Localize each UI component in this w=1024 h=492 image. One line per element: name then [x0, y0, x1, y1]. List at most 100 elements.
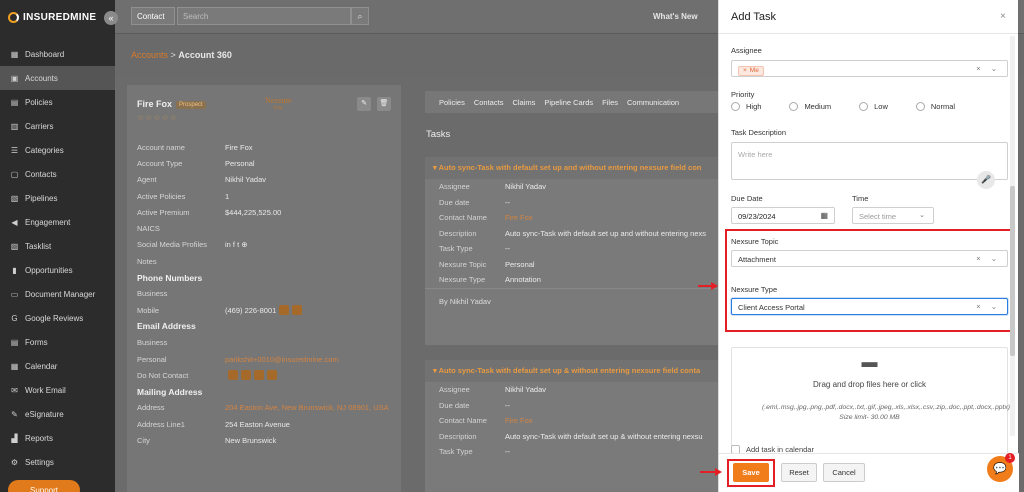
sidebar-item-label: Categories [25, 145, 64, 155]
call-icon[interactable] [279, 305, 290, 316]
clear-chevron-icon[interactable]: × ⌄ [976, 302, 1001, 311]
tab-pipeline-cards[interactable]: Pipeline Cards [544, 98, 593, 107]
sidebar-item-carriers[interactable]: ▥ Carriers [0, 114, 115, 138]
assignee-select[interactable]: × Me × ⌄ [731, 60, 1008, 77]
detail-value[interactable]: parikshit+0010@insuredmine.com [225, 355, 339, 364]
due-date-input[interactable]: 09/23/2024 ▦ [731, 207, 835, 224]
radio-icon[interactable] [789, 102, 799, 111]
sidebar-item-label: Opportunities [25, 265, 73, 275]
priority-normal[interactable]: Normal [915, 102, 955, 111]
priority-medium[interactable]: Medium [789, 102, 831, 111]
delete-icon[interactable]: 🗑 [377, 97, 391, 111]
sidebar-item-label: Calendar [25, 361, 58, 371]
section-heading: Phone Numbers [137, 269, 391, 285]
chip-remove-icon[interactable]: × [743, 67, 747, 74]
calendar-icon: ▦ [10, 361, 19, 371]
radio-icon[interactable] [731, 102, 740, 111]
tab-communication[interactable]: Communication [627, 98, 679, 107]
sidebar-item-document-manager[interactable]: ▭ Document Manager [0, 282, 115, 306]
sidebar-item-esignature[interactable]: ✎ eSignature [0, 402, 115, 426]
rating-stars[interactable]: ☆☆☆☆☆ [137, 113, 391, 122]
chat-launcher-icon[interactable]: 💬 1 [987, 453, 1015, 482]
sidebar-item-forms[interactable]: ▤ Forms [0, 330, 115, 354]
nexsure-topic-select[interactable]: Attachment × ⌄ [731, 250, 1008, 267]
account-details: Account name Fire Fox Account Type Personal… [137, 139, 391, 449]
task-card[interactable]: ▾ Auto sync-Task with default set up and… [425, 157, 718, 345]
description-textarea[interactable]: Write here [731, 142, 1008, 180]
task-field-label: Due date [439, 197, 470, 207]
sidebar-item-dashboard[interactable]: ▦ Dashboard [0, 42, 115, 66]
breadcrumb-accounts[interactable]: Accounts [131, 50, 168, 60]
sidebar-item-engagement[interactable]: ◀ Engagement [0, 210, 115, 234]
clear-chevron-icon[interactable]: × ⌄ [976, 64, 1001, 73]
search-icon[interactable]: ⌕ [351, 7, 369, 25]
clear-chevron-icon[interactable]: × ⌄ [976, 254, 1001, 263]
description-label: Task Description [731, 128, 787, 137]
pipelines-icon: ▧ [10, 193, 19, 203]
close-icon[interactable]: × [1000, 11, 1006, 22]
no-mail-icon[interactable] [267, 370, 277, 381]
reset-button[interactable]: Reset [781, 463, 817, 482]
time-select[interactable]: Select time ⌄ [852, 207, 934, 224]
cancel-button[interactable]: Cancel [823, 463, 865, 482]
support-button[interactable]: Support [8, 480, 80, 492]
task-field-value: Nikhil Yadav [505, 182, 546, 192]
task-card[interactable]: ▾ Auto sync-Task with default set up & w… [425, 360, 718, 492]
microphone-icon[interactable]: 🎤 [977, 171, 995, 189]
detail-label: NAICS [137, 224, 160, 234]
sidebar-item-categories[interactable]: ☰ Categories [0, 138, 115, 162]
tab-contacts[interactable]: Contacts [474, 98, 504, 107]
no-email-icon[interactable] [228, 370, 238, 381]
sidebar-nav: ▦ Dashboard ▣ Accounts ▤ Policies ▥ Carriers ☰ Ca… [0, 42, 115, 474]
sidebar-item-tasklist[interactable]: ▨ Tasklist [0, 234, 115, 258]
detail-value: 254 Easton Avenue [225, 419, 290, 429]
scrollbar-thumb[interactable] [1010, 186, 1015, 356]
no-sms-icon[interactable] [241, 370, 251, 381]
task-title[interactable]: ▾ Auto sync-Task with default set up & w… [425, 360, 718, 382]
task-field-value[interactable]: Fire Fox [505, 416, 533, 425]
search-scope-select[interactable]: Contact [131, 7, 175, 25]
search-input[interactable]: Search [177, 7, 351, 25]
tab-policies[interactable]: Policies [439, 98, 465, 107]
sms-icon[interactable] [292, 305, 303, 316]
sidebar-item-label: Document Manager [25, 289, 96, 299]
sidebar-item-calendar[interactable]: ▦ Calendar [0, 354, 115, 378]
detail-row: Business [137, 335, 391, 351]
sidebar-item-pipelines[interactable]: ▧ Pipelines [0, 186, 115, 210]
priority-label-text: Medium [804, 102, 832, 111]
calendar-icon[interactable]: ▦ [820, 211, 828, 220]
task-title[interactable]: ▾ Auto sync-Task with default set up and… [425, 157, 718, 179]
assignee-chip[interactable]: × Me [738, 65, 764, 76]
sidebar-item-google-reviews[interactable]: G Google Reviews [0, 306, 115, 330]
nexsure-type-select[interactable]: Client Access Portal × ⌄ [731, 298, 1008, 315]
collapse-sidebar-icon[interactable]: « [104, 11, 118, 25]
sidebar-item-settings[interactable]: ⚙ Settings [0, 450, 115, 474]
radio-icon[interactable] [915, 102, 925, 111]
priority-high[interactable]: High [731, 102, 761, 111]
tab-claims[interactable]: Claims [512, 98, 535, 107]
sidebar-item-opportunities[interactable]: ▮ Opportunities [0, 258, 115, 282]
task-field-label: Task Type [439, 244, 473, 254]
policies-icon: ▤ [10, 97, 19, 107]
sidebar-item-reports[interactable]: ▟ Reports [0, 426, 115, 450]
no-call-icon[interactable] [254, 370, 264, 381]
sidebar-item-work-email[interactable]: ✉ Work Email [0, 378, 115, 402]
logo-icon [8, 11, 19, 23]
brand-logo[interactable]: INSUREDMINE [0, 0, 115, 34]
priority-low[interactable]: Low [859, 102, 888, 111]
detail-label: City [137, 435, 150, 445]
save-button[interactable]: Save [733, 463, 769, 482]
radio-icon[interactable] [859, 102, 869, 111]
sidebar-item-accounts[interactable]: ▣ Accounts [0, 66, 115, 90]
modal-scrollbar[interactable] [1010, 36, 1015, 436]
tab-files[interactable]: Files [602, 98, 618, 107]
detail-value[interactable]: 204 Easton Ave, New Brunswick, NJ 08901,… [225, 403, 389, 412]
task-field-value[interactable]: Fire Fox [505, 213, 533, 222]
whats-new-link[interactable]: What's New [653, 12, 698, 21]
edit-icon[interactable]: ✎ [357, 97, 371, 111]
task-field-label: Contact Name [439, 213, 487, 223]
sidebar-item-label: Carriers [25, 121, 54, 131]
sidebar-item-policies[interactable]: ▤ Policies [0, 90, 115, 114]
sidebar-item-contacts[interactable]: ▢ Contacts [0, 162, 115, 186]
file-dropzone[interactable]: ▬ Drag and drop files here or click (.em… [731, 347, 1010, 454]
